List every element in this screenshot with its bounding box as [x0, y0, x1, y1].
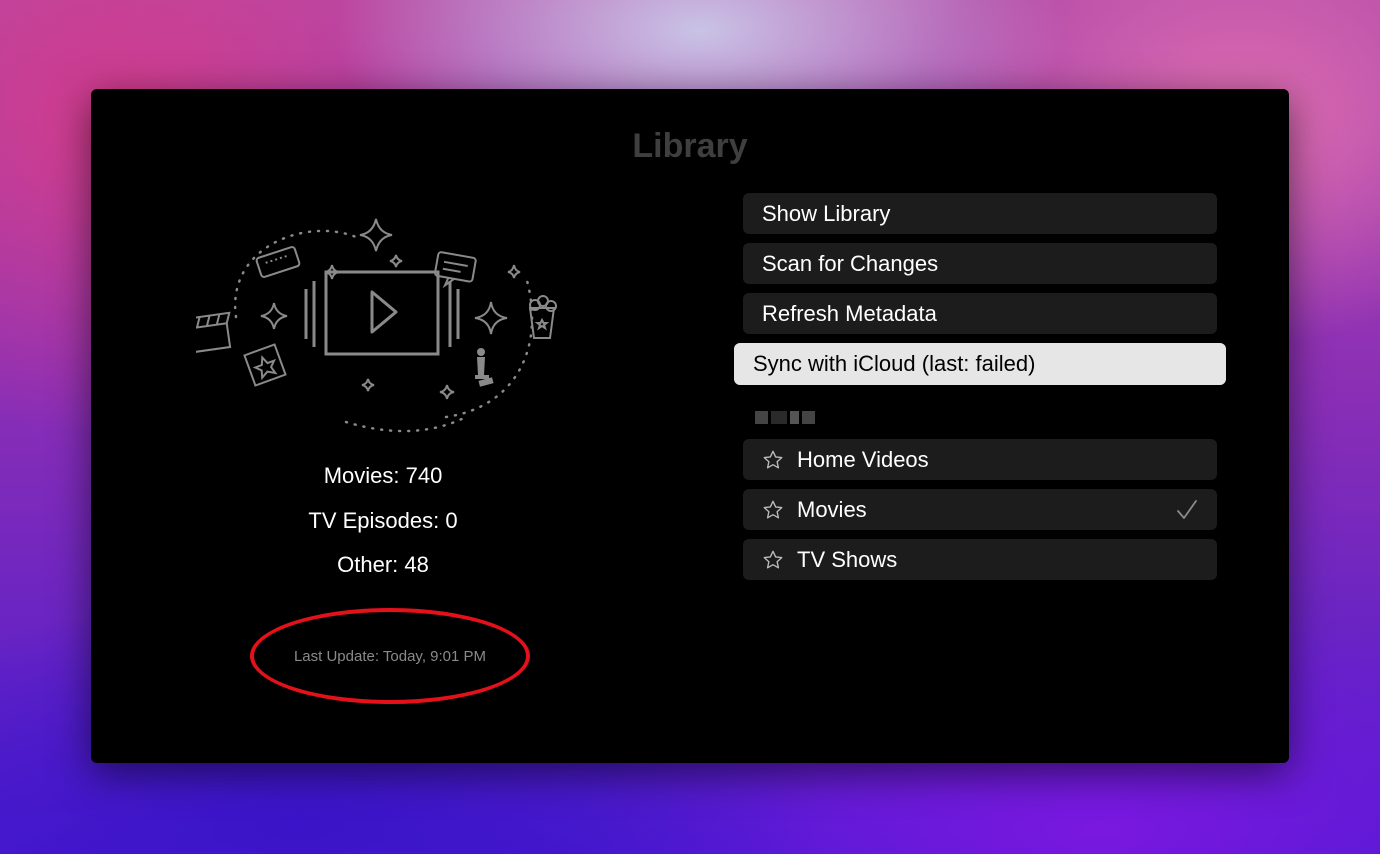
- sparkle-icon: [361, 378, 375, 392]
- collection-tv-shows[interactable]: TV Shows: [743, 539, 1217, 580]
- last-update-text: Last Update: Today, 9:01 PM: [293, 648, 487, 665]
- collection-movies[interactable]: Movies: [743, 489, 1217, 530]
- collection-label: Home Videos: [797, 446, 929, 472]
- sparkle-icon: [260, 302, 288, 330]
- library-window: Library Movies: 740 TV Episodes: 0 Other…: [91, 89, 1289, 763]
- clapperboard-icon: [196, 311, 232, 354]
- sparkle-icon: [474, 301, 508, 335]
- menu-item-label: Show Library: [762, 200, 891, 226]
- movies-count: Movies: 740: [323, 463, 443, 488]
- show-library-button[interactable]: Show Library: [743, 193, 1217, 234]
- star-icon[interactable]: [762, 549, 784, 571]
- checkmark-icon: [1177, 500, 1197, 519]
- library-illustration: [196, 218, 557, 433]
- scan-for-changes-button[interactable]: Scan for Changes: [743, 243, 1217, 284]
- menu-item-label: Scan for Changes: [762, 250, 939, 276]
- sync-icloud-button[interactable]: Sync with iCloud (last: failed): [734, 343, 1226, 385]
- sparkle-icon: [359, 218, 393, 252]
- sparkle-icon: [389, 254, 403, 268]
- popcorn-icon: [528, 295, 557, 339]
- collection-label: TV Shows: [797, 546, 898, 572]
- collection-home-videos[interactable]: Home Videos: [743, 439, 1217, 480]
- star-icon[interactable]: [762, 499, 784, 521]
- chat-bubble-icon: [434, 251, 477, 289]
- collection-label: Movies: [797, 496, 867, 522]
- other-count: Other: 48: [337, 552, 429, 577]
- last-update-annotation: Last Update: Today, 9:01 PM: [250, 608, 530, 704]
- menu-item-label: Sync with iCloud (last: failed): [753, 351, 1036, 376]
- ticket-icon: [255, 246, 301, 278]
- sparkle-icon: [439, 384, 455, 400]
- menu-item-label: Refresh Metadata: [762, 300, 937, 326]
- page-title: Library: [632, 127, 748, 165]
- refresh-metadata-button[interactable]: Refresh Metadata: [743, 293, 1217, 334]
- sparkle-icon: [507, 264, 521, 279]
- film-star-icon: [243, 343, 287, 387]
- collections-section-header: [755, 411, 815, 425]
- play-screen-icon: [304, 270, 460, 356]
- star-icon[interactable]: [762, 449, 784, 471]
- tv-episodes-count: TV Episodes: 0: [308, 508, 458, 533]
- award-statue-icon: [475, 348, 494, 387]
